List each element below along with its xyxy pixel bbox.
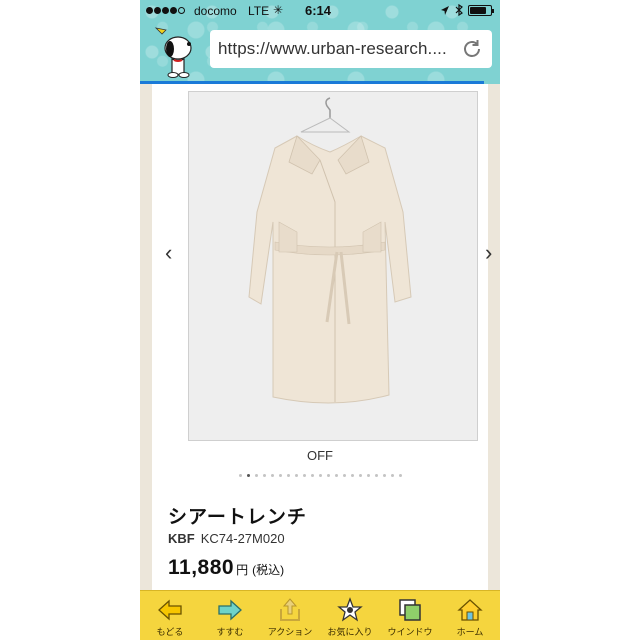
pagination-dot[interactable] [342,474,346,477]
price-row: 11,880 円 (税込) [168,556,284,580]
color-name: OFF [307,448,333,463]
pagination-dot[interactable] [310,474,314,477]
pagination-dot[interactable] [278,474,282,477]
pagination-dot[interactable] [382,474,386,477]
url-text[interactable]: https://www.urban-research.... [218,39,458,59]
home-icon [457,599,483,621]
back-label: もどる [156,627,184,637]
pagination-dot[interactable] [358,474,362,477]
bluetooth-icon [455,4,463,16]
window-label: ウインドウ [387,627,433,637]
favorites-button[interactable]: お気に入り [320,591,380,640]
back-button[interactable]: もどる [140,591,200,640]
bottom-toolbar: もどる すすむ アクション お気に入り ウインドウ ホーム [140,590,500,640]
pagination-dot[interactable] [350,474,354,477]
browser-header: docomo LTE ✳ 6:14 https://www.urban-rese… [140,0,500,84]
pagination-dot[interactable] [302,474,306,477]
pagination-dot[interactable] [366,474,370,477]
price: 11,880 [168,556,235,579]
share-icon [280,598,300,621]
pagination-dot[interactable] [334,474,338,477]
pagination-dot[interactable] [318,474,322,477]
action-label: アクション [267,627,313,637]
product-code: KC74-27M020 [200,531,285,546]
home-label: ホーム [456,627,484,637]
forward-arrow-icon [218,599,242,621]
favorite-icon [337,597,363,622]
action-button[interactable]: アクション [260,591,320,640]
pagination-dot[interactable] [294,474,298,477]
pagination-dot[interactable] [254,474,258,477]
forward-button[interactable]: すすむ [200,591,260,640]
pagination-dot[interactable] [286,474,290,477]
carousel-prev-button[interactable]: ‹ [165,240,181,265]
brand-code: KBF [168,531,195,546]
activity-spinner-icon: ✳ [273,3,284,17]
home-button[interactable]: ホーム [440,591,500,640]
pagination-dot[interactable] [398,474,402,477]
status-bar: docomo LTE ✳ 6:14 [140,0,500,22]
page-content: ‹ › OFF シアートレンチ KBF KC74-27M020 11,880 円 (税… [140,84,500,590]
pagination-dot[interactable] [390,474,394,477]
carousel-next-button[interactable]: › [485,240,500,265]
phone-screen: docomo LTE ✳ 6:14 https://www.urban-rese… [140,0,500,640]
window-button[interactable]: ウインドウ [380,591,440,640]
product-image[interactable]: ‹ › [165,91,492,441]
location-icon [441,5,449,15]
back-arrow-icon [158,599,182,621]
network-type: LTE [248,4,270,18]
reload-icon[interactable] [460,37,484,61]
pagination-dot[interactable] [238,474,242,477]
snoopy-mascot-icon[interactable] [148,22,206,80]
favorites-label: お気に入り [327,627,373,637]
signal-strength-icon [146,7,185,14]
tax-note: (税込) [252,563,285,577]
trench-coat-image [248,97,412,404]
carousel-pagination[interactable] [152,474,488,477]
carrier-name: docomo [194,4,237,18]
forward-label: すすむ [216,627,244,637]
currency: 円 [236,563,249,577]
status-icons [440,4,494,16]
product-title: シアートレンチ [168,507,307,528]
product-detail-panel: ‹ › OFF シアートレンチ KBF KC74-27M020 11,880 円 (税… [152,84,492,590]
pagination-dot[interactable] [246,474,250,477]
pagination-dot[interactable] [326,474,330,477]
windows-icon [399,599,421,621]
address-bar[interactable]: https://www.urban-research.... [210,30,492,68]
product-code-row: KBF KC74-27M020 [168,531,285,546]
pagination-dot[interactable] [262,474,266,477]
battery-icon [468,4,494,16]
pagination-dot[interactable] [270,474,274,477]
clock: 6:14 [305,3,332,18]
pagination-dot[interactable] [374,474,378,477]
